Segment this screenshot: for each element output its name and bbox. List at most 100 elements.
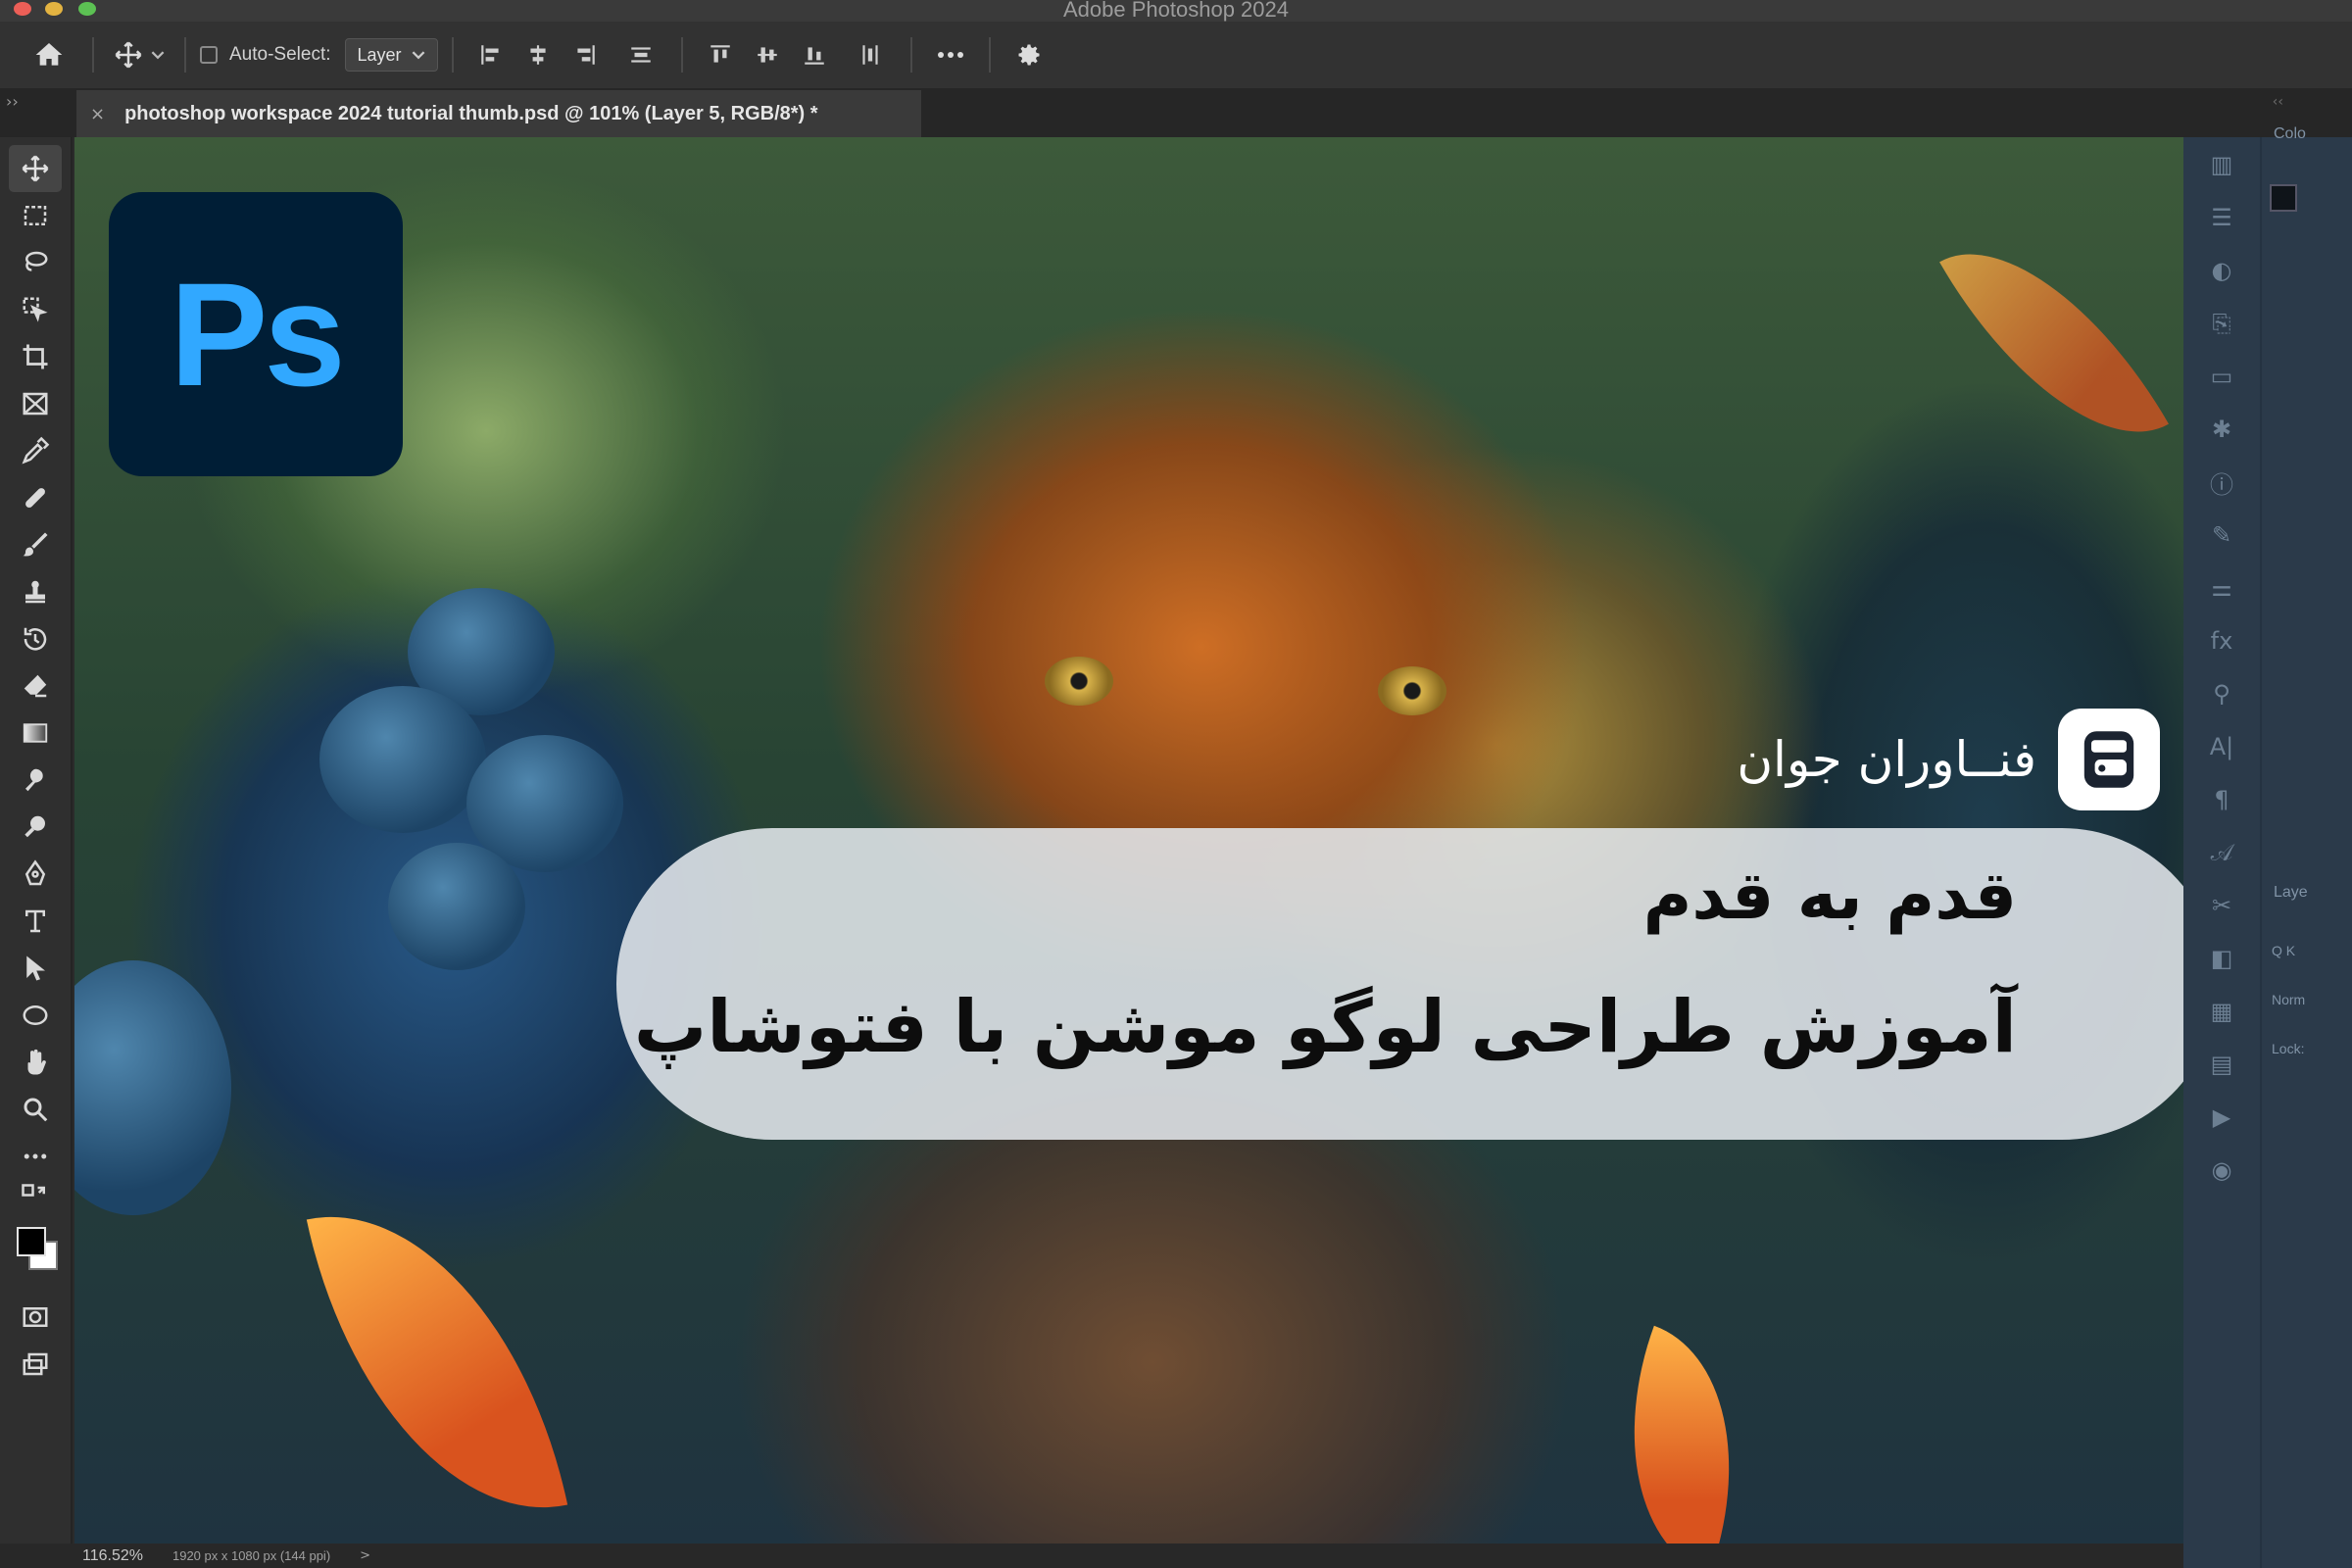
move-tool[interactable] <box>9 145 62 192</box>
orchid-petal <box>74 960 231 1215</box>
quick-mask-icon <box>23 1307 48 1327</box>
orchid-petal <box>388 843 525 970</box>
path-selection-tool[interactable] <box>9 945 62 992</box>
spot-healing-tool[interactable] <box>9 474 62 521</box>
history-brush-tool[interactable] <box>9 615 62 662</box>
move-tool-preset-button[interactable] <box>108 32 171 77</box>
separator <box>909 37 912 73</box>
more-tools-button[interactable] <box>9 1133 62 1180</box>
separator <box>451 37 454 73</box>
align-left-icon <box>480 45 499 65</box>
patterns-icon[interactable]: ▦ <box>2205 998 2238 1025</box>
chevron-down-icon <box>412 51 424 60</box>
document-tab[interactable]: × photoshop workspace 2024 tutorial thum… <box>76 90 921 137</box>
expand-panels-icon[interactable]: ›› <box>6 92 19 111</box>
home-icon <box>35 43 63 66</box>
properties-icon[interactable]: ⎘ <box>2205 310 2238 337</box>
object-selection-icon <box>23 297 48 322</box>
align-top-button[interactable] <box>697 32 744 77</box>
brand-name: فنــاوران جوان <box>1737 731 2036 788</box>
sliders-icon[interactable]: ⚌ <box>2205 574 2238 602</box>
crop-tool[interactable] <box>9 333 62 380</box>
lasso-tool[interactable] <box>9 239 62 286</box>
object-selection-tool[interactable] <box>9 286 62 333</box>
brand-logo-icon <box>2058 709 2160 810</box>
distribute-horizontal-button[interactable] <box>614 32 667 77</box>
home-button[interactable] <box>20 32 78 77</box>
smudge-tool[interactable] <box>9 757 62 804</box>
eyedropper-tool[interactable] <box>9 427 62 474</box>
photoshop-logo-text: Ps <box>170 251 345 416</box>
color-swatches[interactable] <box>9 1221 62 1284</box>
gradient-tool[interactable] <box>9 710 62 757</box>
close-tab-icon[interactable]: × <box>90 104 105 124</box>
separator <box>988 37 991 73</box>
jaguar-eye <box>1378 666 1446 715</box>
navigator-icon[interactable]: ✱ <box>2205 416 2238 443</box>
magnifier-icon <box>24 1098 48 1122</box>
libraries-icon[interactable]: ◐ <box>2205 257 2238 284</box>
distribute-vertical-button[interactable] <box>844 32 897 77</box>
orange-leaf <box>1939 203 2169 483</box>
tiger-eye <box>1045 657 1113 706</box>
ellipse-tool[interactable] <box>9 992 62 1039</box>
layers-panel-label[interactable]: Laye <box>2274 884 2308 902</box>
stamp-icon <box>25 580 45 604</box>
more-horizontal-icon <box>24 1153 47 1159</box>
actions-play-icon[interactable]: ▶ <box>2205 1103 2238 1131</box>
brush-settings-icon[interactable]: ✎ <box>2205 521 2238 549</box>
character-icon[interactable]: A| <box>2205 733 2238 760</box>
brush-tool[interactable] <box>9 521 62 568</box>
tools-icon[interactable]: ✂ <box>2205 892 2238 919</box>
visibility-icon[interactable]: ◉ <box>2205 1156 2238 1184</box>
align-horizontal-center-button[interactable] <box>514 32 562 77</box>
separator <box>184 37 186 73</box>
more-options-button[interactable] <box>926 32 975 77</box>
color-panel-label[interactable]: Colo <box>2274 125 2306 143</box>
align-vertical-center-button[interactable] <box>744 32 791 77</box>
glyphs-icon[interactable]: 𝒜 <box>2205 839 2238 866</box>
zoom-level[interactable]: 116.52% <box>82 1547 143 1565</box>
align-left-button[interactable] <box>467 32 514 77</box>
paragraph-icon[interactable]: ¶ <box>2205 786 2238 813</box>
histogram-icon[interactable]: ▥ <box>2205 151 2238 178</box>
type-tool[interactable] <box>9 898 62 945</box>
foreground-color-swatch[interactable] <box>17 1227 46 1256</box>
clone-source-icon[interactable]: ⚲ <box>2205 680 2238 708</box>
clone-stamp-tool[interactable] <box>9 568 62 615</box>
eraser-tool[interactable] <box>9 662 62 710</box>
swatches-icon[interactable]: ◧ <box>2205 945 2238 972</box>
frame-tool[interactable] <box>9 380 62 427</box>
document-tab-bar: ›› × photoshop workspace 2024 tutorial t… <box>0 90 2352 137</box>
hand-tool[interactable] <box>9 1039 62 1086</box>
adjustments-icon[interactable]: ☰ <box>2205 204 2238 231</box>
options-bar: Auto-Select: Layer <box>0 22 2352 90</box>
collapse-panels-icon[interactable]: ‹‹ <box>2273 94 2283 110</box>
styles-icon[interactable]: fx <box>2205 627 2238 655</box>
panel-foreground-swatch[interactable] <box>2270 184 2297 212</box>
gradients-icon[interactable]: ▤ <box>2205 1051 2238 1078</box>
comments-icon[interactable]: ▭ <box>2205 363 2238 390</box>
brush-icon <box>23 532 48 557</box>
auto-select-dropdown[interactable]: Layer <box>344 38 438 72</box>
align-bottom-button[interactable] <box>791 32 838 77</box>
blend-mode-dropdown[interactable]: Norm <box>2272 992 2305 1007</box>
auto-select-checkbox[interactable] <box>200 46 218 64</box>
pen-tool[interactable] <box>9 851 62 898</box>
swap-colors-button[interactable] <box>9 1180 62 1215</box>
marquee-icon <box>24 206 47 225</box>
align-right-button[interactable] <box>562 32 609 77</box>
info-icon[interactable]: ⓘ <box>2205 468 2238 499</box>
screen-mode-button[interactable] <box>9 1341 62 1388</box>
settings-button[interactable] <box>1004 32 1054 77</box>
document-canvas[interactable]: Ps فنــاوران جوان قدم به قدم آموزش طراحی… <box>74 137 2183 1544</box>
dodge-tool[interactable] <box>9 804 62 851</box>
status-menu-arrow[interactable]: > <box>360 1548 370 1563</box>
quick-mask-button[interactable] <box>9 1294 62 1341</box>
align-right-icon <box>576 45 595 65</box>
separator <box>680 37 683 73</box>
rectangular-marquee-tool[interactable] <box>9 192 62 239</box>
zoom-tool[interactable] <box>9 1086 62 1133</box>
document-tab-title: photoshop workspace 2024 tutorial thumb.… <box>124 102 818 124</box>
layers-search-field[interactable]: Q K <box>2272 943 2295 958</box>
